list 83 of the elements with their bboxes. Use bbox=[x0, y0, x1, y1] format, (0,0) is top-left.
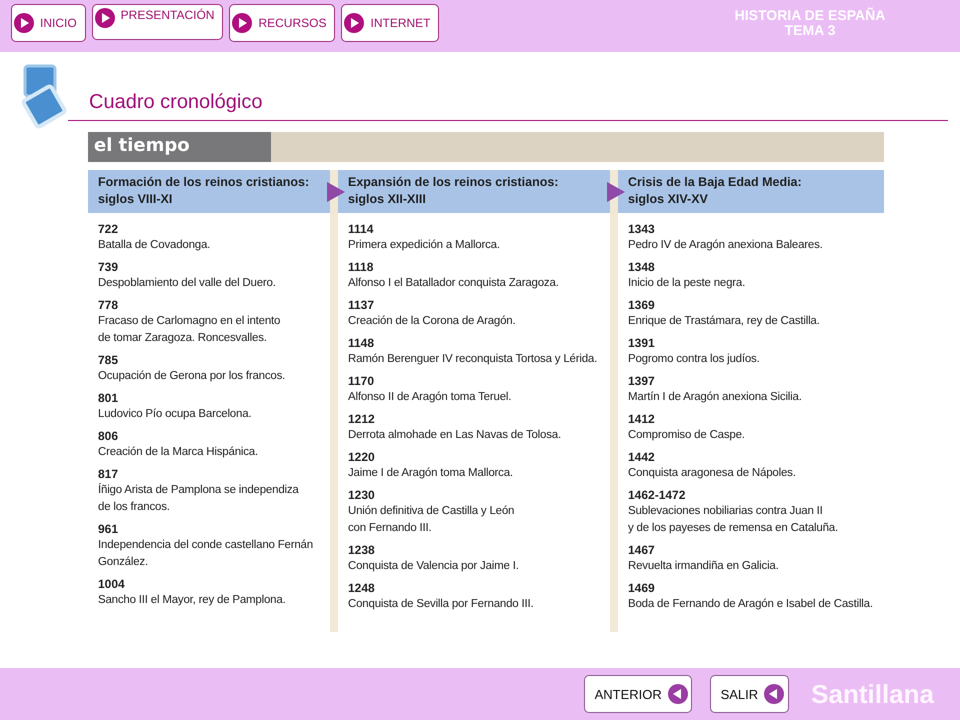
back-icon bbox=[764, 684, 784, 704]
event-year: 1004 bbox=[98, 577, 126, 592]
event-year: 1148 bbox=[348, 336, 376, 351]
event-year: 961 bbox=[98, 522, 120, 537]
event-text: Creación de la Corona de Aragón. bbox=[348, 314, 516, 329]
event-year: 1348 bbox=[628, 260, 656, 275]
event-year: 1238 bbox=[348, 543, 376, 558]
nav-button[interactable]: INICIO bbox=[11, 4, 86, 42]
column-heading: Expansión de los reinos cristianos: bbox=[348, 174, 560, 191]
period-label: siglos XIV-XV bbox=[628, 191, 709, 208]
event-year: 801 bbox=[98, 391, 120, 406]
event-year: 722 bbox=[98, 222, 120, 237]
event-year: 1397 bbox=[628, 374, 656, 389]
course-subtitle: TEMA 3 bbox=[784, 23, 836, 38]
event-text: Enrique de Trastámara, rey de Castilla. bbox=[628, 314, 821, 329]
event-text: Ludovico Pío ocupa Barcelona. bbox=[98, 407, 252, 422]
event-text: Pedro IV de Aragón anexiona Baleares. bbox=[628, 238, 824, 253]
event-text: Sancho III el Mayor, rey de Pamplona. bbox=[98, 593, 287, 608]
event-year: 1230 bbox=[348, 488, 376, 503]
play-icon bbox=[14, 13, 34, 33]
event-year: 806 bbox=[98, 429, 120, 444]
event-text: Unión definitiva de Castilla y León con Fernando III. bbox=[348, 504, 516, 536]
event-text: Batalla de Covadonga. bbox=[98, 238, 212, 253]
event-text: Boda de Fernando de Aragón e Isabel de Castilla. bbox=[628, 597, 874, 612]
play-icon bbox=[232, 13, 252, 33]
event-year: 1391 bbox=[628, 336, 656, 351]
event-text: Conquista aragonesa de Nápoles. bbox=[628, 466, 797, 481]
event-text: Jaime I de Aragón toma Mallorca. bbox=[348, 466, 514, 481]
event-year: 1170 bbox=[348, 374, 376, 389]
event-text: Despoblamiento del valle del Duero. bbox=[98, 276, 277, 291]
event-text: Compromiso de Caspe. bbox=[628, 428, 746, 443]
event-text: Martín I de Aragón anexiona Sicilia. bbox=[628, 390, 803, 405]
column-heading: Crisis de la Baja Edad Media: bbox=[628, 174, 803, 191]
event-year: 1462-1472 bbox=[628, 488, 686, 503]
brand-name: Santillana bbox=[811, 678, 934, 710]
footer-button[interactable]: SALIR bbox=[710, 675, 790, 713]
period-label: siglos VIII-XI bbox=[98, 191, 174, 208]
event-text: Alfonso II de Aragón toma Teruel. bbox=[348, 390, 512, 405]
period-label: siglos XII-XIII bbox=[348, 191, 427, 208]
event-text: Conquista de Sevilla por Fernando III. bbox=[348, 597, 534, 612]
play-icon bbox=[344, 13, 364, 33]
event-text: Íñigo Arista de Pamplona se independiza de los francos. bbox=[98, 482, 300, 515]
event-year: 1248 bbox=[348, 581, 376, 596]
event-text: Sublevaciones nobiliarias contra Juan II y de los payeses de remensa en Cataluña. bbox=[628, 504, 839, 536]
event-year: 1114 bbox=[348, 222, 374, 237]
event-year: 1118 bbox=[348, 260, 374, 275]
footer-button[interactable]: ANTERIOR bbox=[584, 675, 692, 713]
event-text: Pogromo contra los judíos. bbox=[628, 352, 761, 367]
event-year: 1212 bbox=[348, 412, 376, 427]
event-year: 785 bbox=[98, 353, 120, 368]
event-text: Derrota almohade en Las Navas de Tolosa. bbox=[348, 428, 562, 443]
panel-title: el tiempo bbox=[88, 132, 271, 162]
event-text: Ramón Berenguer IV reconquista Tortosa y Lérida. bbox=[348, 352, 598, 367]
arrow-icon bbox=[327, 182, 345, 202]
nav-button[interactable]: RECURSOS bbox=[229, 4, 336, 42]
event-text: Conquista de Valencia por Jaime I. bbox=[348, 559, 520, 574]
arrow-icon bbox=[607, 182, 625, 202]
page-title: Cuadro cronológico bbox=[89, 91, 262, 115]
event-year: 1220 bbox=[348, 450, 376, 465]
event-year: 1442 bbox=[628, 450, 656, 465]
event-text: Revuelta irmandiña en Galicia. bbox=[628, 559, 780, 574]
event-year: 739 bbox=[98, 260, 120, 275]
event-text: Inicio de la peste negra. bbox=[628, 276, 746, 291]
event-year: 1469 bbox=[628, 581, 656, 596]
event-text: Independencia del conde castellano Fernán González. bbox=[98, 538, 314, 570]
column-heading: Formación de los reinos cristianos: bbox=[98, 174, 310, 191]
nav-button[interactable]: PRESENTACIÓN bbox=[92, 4, 224, 40]
event-text: Fracaso de Carlomagno en el intento de tomar Zaragoza. Roncesvalles. bbox=[98, 314, 282, 346]
event-year: 1369 bbox=[628, 298, 656, 313]
event-year: 1137 bbox=[348, 298, 376, 313]
event-text: Creación de la Marca Hispánica. bbox=[98, 445, 259, 460]
event-year: 817 bbox=[98, 467, 120, 482]
event-text: Alfonso I el Batallador conquista Zaragoza. bbox=[348, 276, 560, 291]
back-icon bbox=[668, 684, 688, 704]
event-text: Primera expedición a Mallorca. bbox=[348, 238, 501, 253]
event-year: 778 bbox=[98, 298, 120, 313]
play-icon bbox=[94, 8, 115, 28]
course-title: HISTORIA DE ESPAÑA bbox=[734, 8, 886, 23]
event-year: 1412 bbox=[628, 412, 656, 427]
event-year: 1343 bbox=[628, 222, 656, 237]
event-year: 1467 bbox=[628, 543, 656, 558]
nav-button[interactable]: INTERNET bbox=[341, 4, 440, 42]
event-text: Ocupación de Gerona por los francos. bbox=[98, 369, 286, 384]
